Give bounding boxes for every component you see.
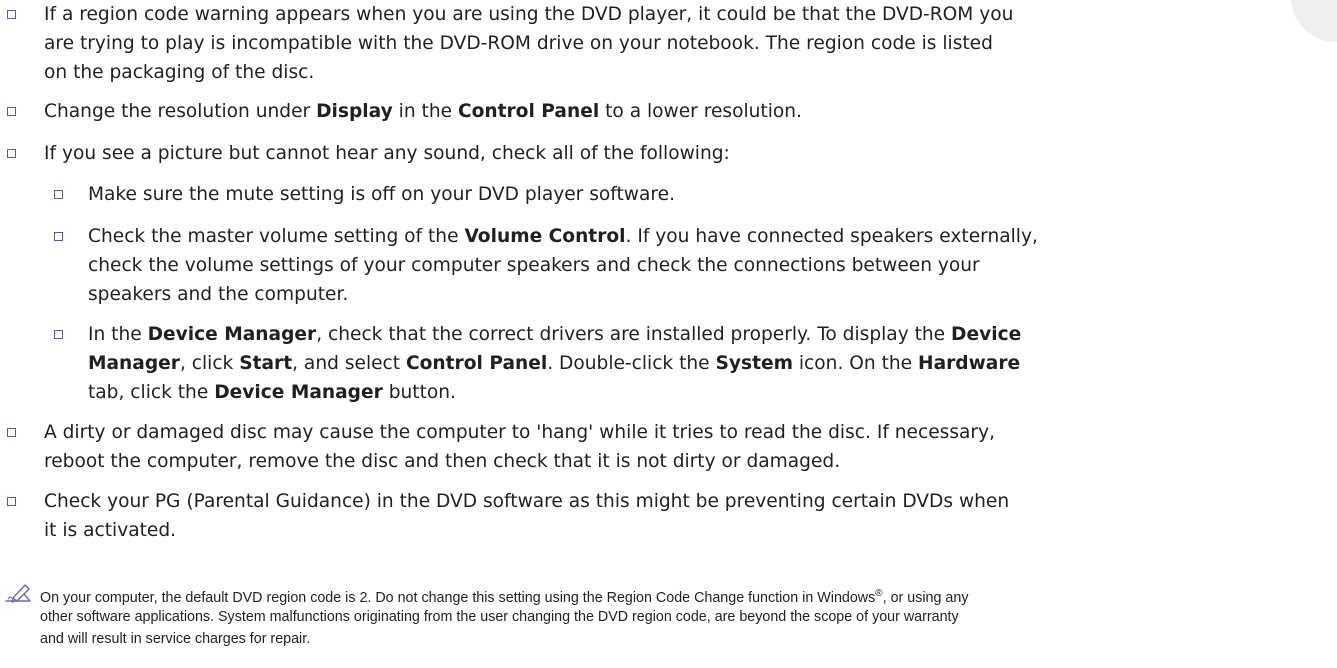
list-item-no-sound: If you see a picture but cannot hear any…	[44, 139, 730, 168]
bullet-checkbox-icon	[7, 428, 16, 437]
list-item-line: Manager, click Start, and select Control…	[88, 349, 1021, 378]
bold-start: Start	[239, 353, 293, 374]
bold-hardware: Hardware	[918, 353, 1021, 374]
text-run: On your computer, the default DVD region…	[40, 589, 876, 606]
list-item-parental-guidance: Check your PG (Parental Guidance) in the…	[44, 487, 1009, 545]
bullet-checkbox-icon	[7, 10, 16, 19]
text-run: , check that the correct drivers are ins…	[316, 324, 952, 345]
text-run: button.	[382, 382, 456, 403]
list-item-line: are trying to play is incompatible with …	[44, 33, 993, 54]
list-item-line: check the volume settings of your comput…	[88, 255, 980, 276]
list-item-line: Check the master volume setting of the V…	[88, 222, 1038, 251]
list-item-line: it is activated.	[44, 520, 177, 541]
bold-control-panel: Control Panel	[457, 101, 600, 122]
bold-device: Device	[951, 324, 1022, 345]
bold-volume-control: Volume Control	[464, 226, 626, 247]
bold-control-panel: Control Panel	[405, 353, 548, 374]
list-item-dirty-disc: A dirty or damaged disc may cause the co…	[44, 418, 995, 476]
manual-page: If a region code warning appears when yo…	[0, 0, 1337, 668]
text-run: icon. On the	[792, 353, 919, 374]
text-run: in the	[392, 101, 458, 122]
list-item-line: A dirty or damaged disc may cause the co…	[44, 422, 995, 443]
pencil-note-icon	[5, 584, 31, 603]
bullet-checkbox-icon	[7, 149, 16, 158]
text-run: Change the resolution under	[44, 101, 317, 122]
sub-bullet-checkbox-icon	[54, 232, 63, 241]
list-item-line: If you see a picture but cannot hear any…	[44, 143, 730, 164]
text-run: , and select	[292, 353, 406, 374]
bold-device-manager: Device Manager	[214, 382, 383, 403]
bold-manager: Manager	[88, 353, 180, 374]
bullet-checkbox-icon	[7, 107, 16, 116]
note-line: and will result in service charges for r…	[40, 631, 311, 647]
text-run: , or using any	[882, 589, 969, 606]
note-line: On your computer, the default DVD region…	[40, 583, 969, 606]
list-item-line: on the packaging of the disc.	[44, 62, 315, 83]
text-run: . Double-click the	[547, 353, 716, 374]
text-run: , click	[179, 353, 240, 374]
sub-bullet-checkbox-icon	[54, 330, 63, 339]
bullet-checkbox-icon	[7, 497, 16, 506]
text-run: to a lower resolution.	[599, 101, 802, 122]
text-run: tab, click the	[88, 382, 215, 403]
list-item-line: reboot the computer, remove the disc and…	[44, 451, 841, 472]
text-run: In the	[88, 324, 148, 345]
sub-bullet-checkbox-icon	[54, 190, 63, 199]
list-item-change-resolution: Change the resolution under Display in t…	[44, 97, 802, 126]
region-code-note: On your computer, the default DVD region…	[40, 583, 969, 651]
sub-item-device-manager: In the Device Manager, check that the co…	[88, 320, 1021, 407]
list-item-line: Change the resolution under Display in t…	[44, 97, 802, 126]
list-item-line: tab, click the Device Manager button.	[88, 378, 1021, 407]
list-item-region-warning: If a region code warning appears when yo…	[44, 0, 1013, 87]
text-run: Check the master volume setting of the	[88, 226, 465, 247]
list-item-line: Make sure the mute setting is off on you…	[88, 184, 675, 205]
registered-mark: ®	[875, 588, 883, 599]
bold-device-manager: Device Manager	[147, 324, 317, 345]
text-run: . If you have connected speakers externa…	[625, 226, 1038, 247]
list-item-line: speakers and the computer.	[88, 284, 349, 305]
list-item-line: If a region code warning appears when yo…	[44, 4, 1014, 25]
bold-system: System	[715, 353, 793, 374]
list-item-line: Check your PG (Parental Guidance) in the…	[44, 491, 1010, 512]
list-item-line: In the Device Manager, check that the co…	[88, 320, 1021, 349]
sub-item-mute-setting: Make sure the mute setting is off on you…	[88, 180, 675, 209]
sub-item-volume-control: Check the master volume setting of the V…	[88, 222, 1038, 309]
corner-decoration	[1291, 0, 1337, 42]
note-line: other software applications. System malf…	[40, 608, 959, 625]
bold-display: Display	[316, 101, 393, 122]
